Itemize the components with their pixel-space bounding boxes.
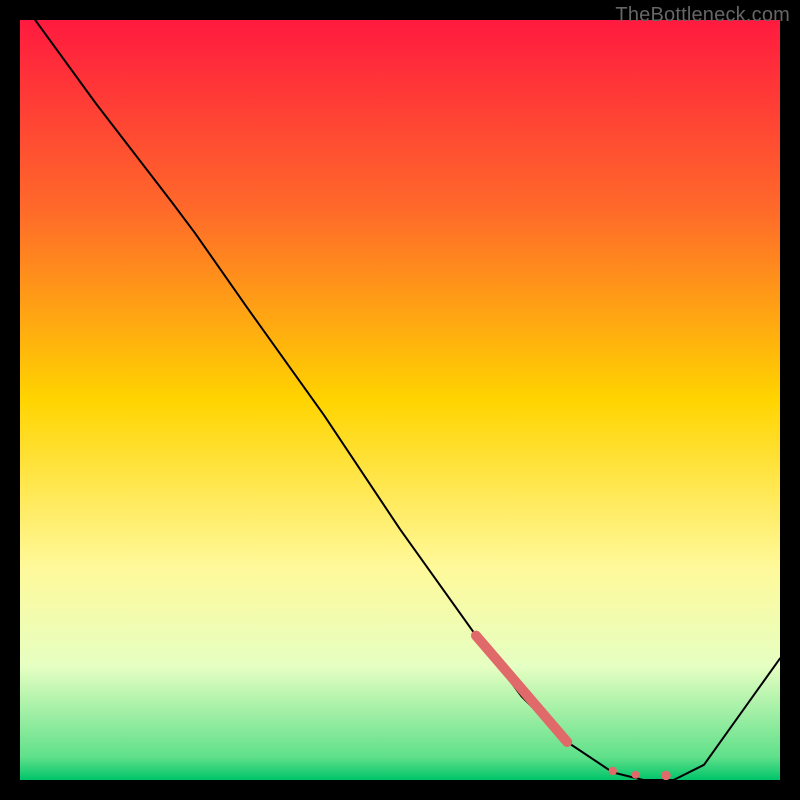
chart-background: [20, 20, 780, 780]
bottleneck-chart: [20, 20, 780, 780]
highlight-dot: [609, 767, 617, 775]
highlight-dot: [632, 771, 640, 779]
watermark-text: TheBottleneck.com: [615, 4, 790, 27]
chart-container: [20, 20, 780, 780]
highlight-dot: [661, 771, 671, 780]
